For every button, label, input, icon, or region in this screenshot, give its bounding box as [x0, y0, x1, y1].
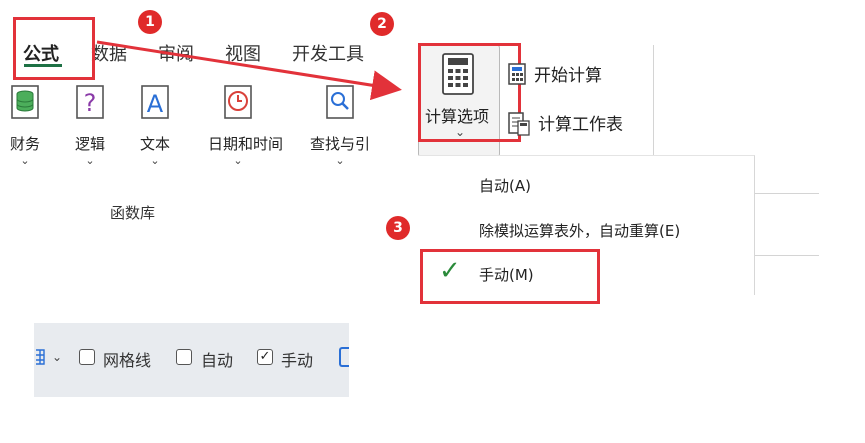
calculator-small-icon	[508, 63, 526, 89]
highlight-calc-options	[418, 43, 521, 142]
menu-item-auto-except-tables[interactable]: 除模拟运算表外，自动重算(E)	[479, 220, 680, 241]
chevron-down-icon[interactable]: ⌄	[52, 350, 62, 364]
manual-calc-checkbox[interactable]: ✓	[257, 349, 273, 365]
gridlines-checkbox[interactable]	[79, 349, 95, 365]
calc-sheet-label: 计算工作表	[538, 115, 623, 135]
sheet-calculator-icon	[508, 112, 530, 140]
sheet-gridline	[755, 255, 819, 256]
grid-view-icon[interactable]	[34, 348, 46, 370]
manual-calc-label: 手动	[281, 351, 314, 370]
ribbon-divider	[653, 45, 654, 157]
next-control-icon[interactable]	[339, 347, 349, 367]
highlight-manual	[420, 249, 600, 304]
auto-calc-label: 自动	[201, 351, 234, 370]
arrow-to-calc-options	[96, 40, 402, 101]
calc-now-label: 开始计算	[534, 66, 602, 86]
step-badge-3: 3	[386, 216, 410, 240]
menu-item-automatic[interactable]: 自动(A)	[479, 175, 531, 196]
gridlines-label: 网格线	[103, 351, 152, 370]
sheet-gridline	[755, 193, 819, 194]
auto-calc-checkbox[interactable]	[176, 349, 192, 365]
step-badge-2: 2	[370, 12, 394, 36]
